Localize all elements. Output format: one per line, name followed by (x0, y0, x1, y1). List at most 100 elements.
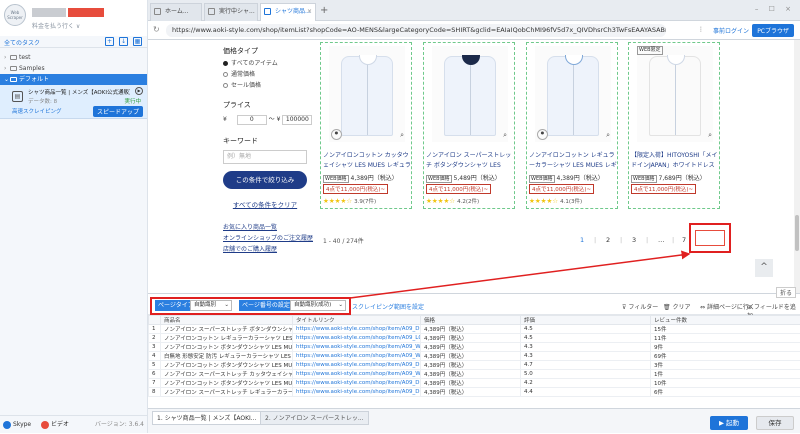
product-image[interactable]: WEB限定⌕ (637, 46, 713, 142)
table-row[interactable]: 3ノンアイロンコットン ボタンダウンシャツ LES MUES...https:/… (149, 343, 800, 352)
product-card[interactable]: ●⌕ ノンアイロンコットン カッタウェイシャツ LES MUES レギュラーフィ… (320, 42, 412, 209)
radio-all[interactable]: すべてのアイテム (223, 58, 278, 67)
menu-icon[interactable]: ⋮ (698, 26, 704, 33)
product-name[interactable]: ノンアイロン スーパーストレッチ ボタンダウンシャツ LES MUES レギュラ… (426, 151, 514, 171)
tree-item-test[interactable]: ›test (0, 52, 147, 63)
tree-item-default[interactable]: ⌄デフォルト (0, 74, 147, 85)
clear-filters-link[interactable]: すべての条件をクリア (223, 199, 307, 209)
close-icon[interactable]: × (307, 4, 312, 20)
tab-shirts[interactable]: シャツ商品...× (260, 3, 316, 21)
column-header[interactable]: 価格 (421, 316, 521, 325)
pc-browser-button[interactable]: PCブラウザ (752, 24, 794, 37)
zoom-icon[interactable]: ⌕ (708, 131, 712, 140)
grid-icon[interactable]: ▦ (133, 37, 142, 46)
page-number-select[interactable]: 自動識別(成功)⌄ (290, 300, 346, 311)
table-cell: ノンアイロン スーパーストレッチ ボタンダウンシャツ LES... (161, 325, 293, 334)
tab-label: 実行中シャ... (219, 8, 255, 15)
keyword-filter: キーワード 例）無地 (223, 136, 307, 164)
video-icon[interactable] (41, 421, 49, 429)
product-card[interactable]: ⌕ ノンアイロン スーパーストレッチ ボタンダウンシャツ LES MUES レギ… (423, 42, 515, 209)
play-icon[interactable]: ▶ (135, 87, 143, 95)
table-row[interactable]: 2ノンアイロンコットン レギュラーカラーシャツ LES MUES...https… (149, 334, 800, 343)
product-name[interactable]: ノンアイロンコットン レギュラーカラーシャツ LES MUES レギュラーフィッ… (529, 151, 617, 171)
table-cell: 4,389円（税込） (421, 352, 521, 361)
scrollbar-thumb[interactable] (795, 215, 799, 251)
start-button[interactable]: ▶ 起動 (710, 416, 748, 430)
favorites-link[interactable]: お気に入り商品一覧 (223, 222, 313, 233)
zoom-icon[interactable]: ⌕ (606, 131, 610, 140)
page-1[interactable]: 1 (580, 236, 584, 244)
reload-icon[interactable]: ↻ (153, 25, 160, 34)
price-title: プライス (223, 100, 312, 110)
tree-item-samples[interactable]: ›Samples (0, 63, 147, 74)
column-header[interactable]: レビュー件数 (651, 316, 800, 325)
order-history-link[interactable]: オンラインショップのご注文履歴 (223, 233, 313, 244)
table-cell: 7 (149, 379, 161, 388)
product-card[interactable]: WEB限定⌕ 【限定入荷】HITOYOSHI「メイドインJAPAN」ホワイトドレ… (628, 42, 720, 209)
price-max-input[interactable]: 100000 (282, 115, 312, 125)
store-history-link[interactable]: 店舗でのご購入履歴 (223, 244, 313, 255)
product-image[interactable]: ●⌕ (535, 46, 611, 142)
scrape-range-link[interactable]: スクレイピング範囲を設定 (352, 302, 424, 311)
page-type-select[interactable]: 自動識別⌄ (190, 300, 232, 311)
zoom-icon[interactable]: ⌕ (503, 131, 507, 140)
table-row[interactable]: 6ノンアイロン スーパーストレッチ カッタウェイシャツ LES...https:… (149, 370, 800, 379)
import-icon[interactable]: ↓ (119, 37, 128, 46)
window-controls[interactable]: – ☐ × (755, 5, 795, 13)
price-min-input[interactable]: 0 (237, 115, 267, 125)
radio-label: 通常価格 (231, 71, 255, 78)
column-header[interactable] (149, 316, 161, 325)
column-header[interactable]: タイトルリンク (293, 316, 421, 325)
table-row[interactable]: 7ノンアイロンコットン ボタンダウンシャツ LES MUES...https:/… (149, 379, 800, 388)
video-link[interactable]: ビデオ (51, 421, 69, 428)
page-2[interactable]: 2 (606, 236, 610, 244)
clear-button[interactable]: 🗑 クリア (663, 302, 691, 311)
page-3[interactable]: 3 (632, 236, 636, 244)
table-cell: 4,389円（税込） (421, 379, 521, 388)
keyword-input[interactable]: 例）無地 (223, 150, 307, 164)
column-header[interactable]: 評価 (521, 316, 651, 325)
new-tab-icon[interactable]: + (320, 5, 328, 16)
table-row[interactable]: 1ノンアイロン スーパーストレッチ ボタンダウンシャツ LES...https:… (149, 325, 800, 334)
skype-icon[interactable] (3, 421, 11, 429)
table-row[interactable]: 4白無地 形態安定 防汚 レギュラーカラーシャツ LES MUES...http… (149, 352, 800, 361)
step-tab-2[interactable]: 2. ノンアイロン スーパーストレッ... (260, 411, 369, 425)
product-image[interactable]: ●⌕ (329, 46, 405, 142)
task-item[interactable]: ▤ シャツ商品一覧 | メンズ【AOKI公式通販】 ▶ データ数: 8 実行中 … (0, 85, 147, 119)
star-icons: ★★★★☆ (529, 197, 558, 205)
page-7[interactable]: 7 (682, 236, 686, 244)
page-scrollbar[interactable] (794, 40, 800, 293)
rating: ★★★★☆4.1(3件) (529, 197, 582, 205)
tab-home[interactable]: ホーム... (150, 3, 202, 21)
save-button[interactable]: 保存 (756, 416, 794, 430)
cloud-scrape-link[interactable]: 高速スクレイピング (12, 107, 62, 115)
radio-regular[interactable]: 通常価格 (223, 69, 278, 78)
zoom-icon[interactable]: ⌕ (400, 131, 404, 140)
step-tab-1[interactable]: 1. シャツ商品一覧 | メンズ【AOKI... (152, 411, 262, 425)
product-image[interactable]: ⌕ (432, 46, 508, 142)
table-row[interactable]: 8ノンアイロン スーパーストレッチ レギュラーカラーシャツ...https://… (149, 388, 800, 397)
online-badge-icon: ● (331, 129, 342, 140)
filter-button[interactable]: ⊽ フィルター (622, 302, 658, 311)
table-cell: 4.5 (521, 325, 651, 334)
skype-link[interactable]: Skype (13, 421, 31, 428)
product-name[interactable]: 【限定入荷】HITOYOSHI「メイドインJAPAN」ホワイトドレスコクション … (631, 151, 719, 171)
all-tasks-label[interactable]: 全てのタスク (4, 38, 40, 47)
new-folder-icon[interactable]: + (105, 37, 114, 46)
billing-link[interactable]: 料金を払う行く ∨ (32, 21, 80, 30)
product-name[interactable]: ノンアイロンコットン カッタウェイシャツ LES MUES レギュラーフィット (323, 151, 411, 171)
pre-login-link[interactable]: 事前ログイン (713, 26, 749, 35)
apply-filter-button[interactable]: この条件で絞り込み (223, 171, 307, 189)
url-input[interactable]: https://www.aoki-style.com/shop/itemList… (166, 24, 666, 37)
speed-up-button[interactable]: スピードアップ (93, 106, 143, 117)
select-value: 自動識別(成功) (294, 302, 331, 308)
tab-running[interactable]: 実行中シャ... (204, 3, 258, 21)
price-value: 4,389円（税込） (557, 175, 604, 182)
table-row[interactable]: 5ノンアイロンコットン ボタンダウンシャツ LES MUES...https:/… (149, 361, 800, 370)
product-card[interactable]: ●⌕ ノンアイロンコットン レギュラーカラーシャツ LES MUES レギュラー… (526, 42, 618, 209)
scroll-top-button[interactable]: ^ (755, 259, 773, 277)
column-header[interactable]: 商品名 (161, 316, 293, 325)
radio-sale[interactable]: セール価格 (223, 80, 278, 89)
fold-button[interactable]: 折る (776, 287, 796, 298)
yen-label: ¥ (277, 116, 281, 123)
